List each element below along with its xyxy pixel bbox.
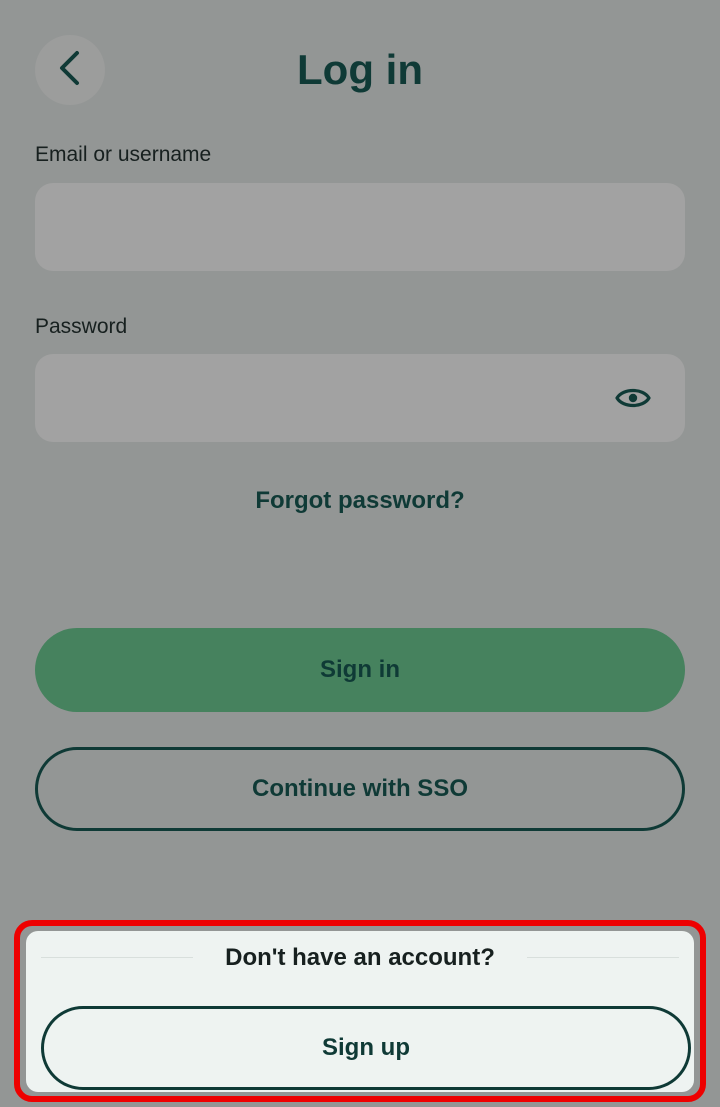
email-field-container	[35, 183, 685, 271]
forgot-password-link[interactable]: Forgot password?	[0, 486, 720, 516]
email-field[interactable]	[35, 183, 685, 271]
sign-in-button[interactable]: Sign in	[35, 628, 685, 712]
email-label: Email or username	[35, 143, 212, 166]
password-label: Password	[35, 315, 128, 338]
eye-icon[interactable]	[615, 380, 651, 416]
signup-panel-body: Don't have an account? Sign up	[26, 931, 694, 1092]
page-title: Log in	[297, 46, 423, 93]
divider-right	[527, 957, 679, 958]
no-account-prompt: Don't have an account?	[225, 944, 495, 971]
password-field-container	[35, 354, 685, 442]
signup-panel: Don't have an account? Sign up	[14, 920, 706, 1102]
sign-up-button[interactable]: Sign up	[41, 1006, 691, 1090]
password-field[interactable]	[35, 354, 685, 442]
sso-button[interactable]: Continue with SSO	[35, 747, 685, 831]
